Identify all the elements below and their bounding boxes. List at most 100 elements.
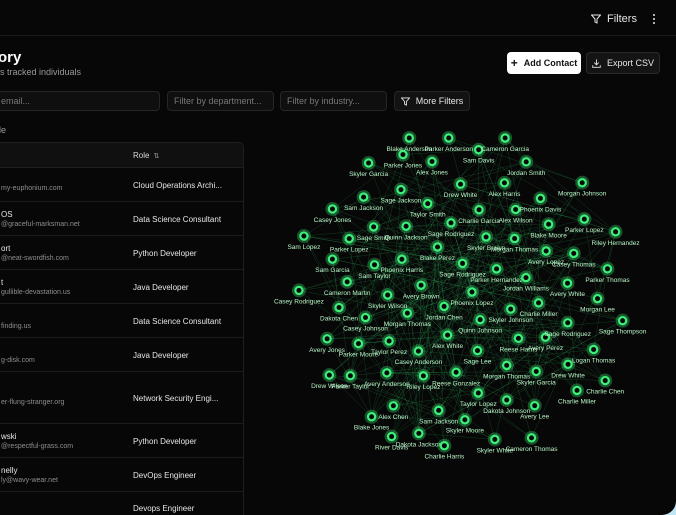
graph-node-circle[interactable]	[418, 371, 429, 381]
table-row[interactable]: g-disk.com Java Developer	[0, 338, 243, 372]
graph-node-circle[interactable]	[543, 219, 554, 229]
graph-node-circle[interactable]	[474, 205, 484, 215]
graph-node-circle[interactable]	[388, 401, 399, 411]
graph-node-circle[interactable]	[446, 218, 456, 228]
graph-node-circle[interactable]	[491, 264, 502, 274]
graph-node[interactable]: Blake Anderson	[387, 131, 433, 153]
graph-node-circle[interactable]	[363, 158, 374, 168]
graph-node-circle[interactable]	[439, 441, 450, 451]
network-graph[interactable]: Phoenix LopezJordan ChenSage RodriguezQu…	[250, 120, 670, 490]
graph-node-circle[interactable]	[366, 412, 377, 422]
graph-node-circle[interactable]	[457, 258, 468, 269]
graph-node-circle[interactable]	[460, 415, 470, 425]
graph-node-circle[interactable]	[414, 428, 424, 439]
graph-node-circle[interactable]	[563, 318, 573, 328]
graph-node[interactable]: Sam Garcia	[315, 252, 350, 274]
graph-node-circle[interactable]	[386, 431, 397, 442]
graph-node-circle[interactable]	[299, 231, 309, 241]
graph-node-circle[interactable]	[327, 254, 338, 264]
graph-node-circle[interactable]	[535, 193, 546, 204]
table-row[interactable]: wski @respectful-grass.com Python Develo…	[0, 424, 243, 458]
graph-node-circle[interactable]	[541, 246, 551, 256]
graph-node-circle[interactable]	[472, 345, 483, 356]
add-contact-button[interactable]: + Add Contact	[507, 52, 581, 74]
graph-node-circle[interactable]	[530, 400, 540, 411]
graph-node-circle[interactable]	[562, 278, 573, 288]
graph-node-circle[interactable]	[572, 385, 582, 396]
graph-node[interactable]: Casey Rodriguez	[274, 283, 324, 305]
graph-node-circle[interactable]	[442, 330, 453, 340]
graph-node[interactable]: Charlie Miller	[520, 295, 559, 318]
graph-node-circle[interactable]	[402, 308, 413, 318]
table-row[interactable]: er-flung-stranger.org Network Security E…	[0, 372, 243, 424]
department-filter-input[interactable]	[167, 91, 274, 111]
table-row[interactable]: OS @graceful-marksman.net Data Science C…	[0, 202, 243, 236]
graph-node-circle[interactable]	[433, 405, 444, 416]
graph-node-circle[interactable]	[416, 280, 426, 290]
more-filters-button[interactable]: More Filters	[394, 91, 470, 111]
graph-node-circle[interactable]	[579, 214, 590, 224]
graph-node[interactable]: Sam Jackson	[419, 403, 459, 425]
graph-node-circle[interactable]	[345, 371, 356, 381]
graph-node-circle[interactable]	[509, 233, 520, 244]
graph-node-circle[interactable]	[510, 204, 521, 215]
graph-node-circle[interactable]	[467, 287, 477, 297]
graph-node-circle[interactable]	[397, 254, 407, 264]
graph-node-circle[interactable]	[451, 367, 461, 377]
graph-node-circle[interactable]	[294, 285, 304, 296]
graph-node-circle[interactable]	[502, 395, 512, 405]
graph-node-circle[interactable]	[369, 260, 380, 270]
graph-node-circle[interactable]	[444, 133, 454, 143]
graph-node-circle[interactable]	[360, 312, 371, 323]
graph-node-circle[interactable]	[342, 277, 352, 287]
graph-node-circle[interactable]	[413, 346, 424, 356]
graph-node[interactable]: Avery Anderson	[364, 365, 410, 388]
graph-node[interactable]: Phoenix Davis	[520, 191, 562, 213]
graph-node-circle[interactable]	[588, 344, 599, 355]
graph-node-circle[interactable]	[384, 336, 394, 346]
graph-node[interactable]: Logan Thomas	[572, 342, 616, 364]
graph-node[interactable]: Charlie Chen	[586, 373, 625, 396]
graph-node-circle[interactable]	[481, 232, 491, 242]
graph-node[interactable]: Taylor Lopez	[460, 386, 497, 408]
graph-node-circle[interactable]	[533, 298, 544, 308]
graph-node-circle[interactable]	[513, 333, 524, 344]
export-csv-button[interactable]: Export CSV	[586, 52, 660, 74]
graph-node-circle[interactable]	[401, 221, 411, 231]
graph-node-circle[interactable]	[569, 248, 579, 259]
more-options-icon[interactable]	[648, 8, 660, 30]
graph-node-circle[interactable]	[322, 334, 332, 344]
graph-node-circle[interactable]	[324, 370, 335, 380]
table-row[interactable]: ort @neat-swordfish.com Python Developer	[0, 236, 243, 270]
table-row[interactable]: finding.us Data Science Consultant	[0, 304, 243, 338]
graph-node-circle[interactable]	[521, 272, 531, 283]
graph-node[interactable]: Cameron Garcia	[481, 131, 529, 153]
graph-node-circle[interactable]	[327, 204, 338, 214]
graph-node[interactable]: Sage Jackson	[381, 182, 422, 205]
table-row[interactable]: t gullible-devastation.us Java Developer	[0, 270, 243, 304]
graph-node-circle[interactable]	[490, 434, 500, 445]
graph-node-circle[interactable]	[404, 133, 414, 143]
graph-node[interactable]: Morgan Johnson	[558, 175, 607, 198]
graph-node-circle[interactable]	[501, 360, 512, 371]
graph-node[interactable]: Jordan Smith	[507, 154, 546, 177]
graph-node-circle[interactable]	[334, 302, 344, 313]
graph-node[interactable]: Parker Lopez	[565, 212, 604, 234]
graph-node[interactable]: Avery Jones	[309, 331, 346, 354]
graph-node-circle[interactable]	[505, 304, 516, 314]
graph-node[interactable]: Cameron Thomas	[506, 430, 559, 453]
table-row[interactable]: Devops Engineer	[0, 492, 243, 515]
filters-button[interactable]: Filters	[591, 8, 637, 30]
graph-node-circle[interactable]	[439, 301, 449, 312]
graph-node-circle[interactable]	[432, 242, 443, 252]
graph-node-circle[interactable]	[592, 293, 603, 304]
search-input[interactable]	[0, 91, 160, 111]
graph-node-circle[interactable]	[382, 368, 392, 378]
graph-node-circle[interactable]	[368, 222, 379, 232]
graph-node[interactable]: Skyler Garcia	[349, 155, 388, 178]
graph-node-circle[interactable]	[617, 315, 628, 326]
graph-node-circle[interactable]	[358, 192, 369, 202]
graph-node-circle[interactable]	[382, 290, 393, 300]
graph-node[interactable]: Blake Moore	[530, 217, 567, 239]
graph-node-circle[interactable]	[423, 198, 433, 209]
